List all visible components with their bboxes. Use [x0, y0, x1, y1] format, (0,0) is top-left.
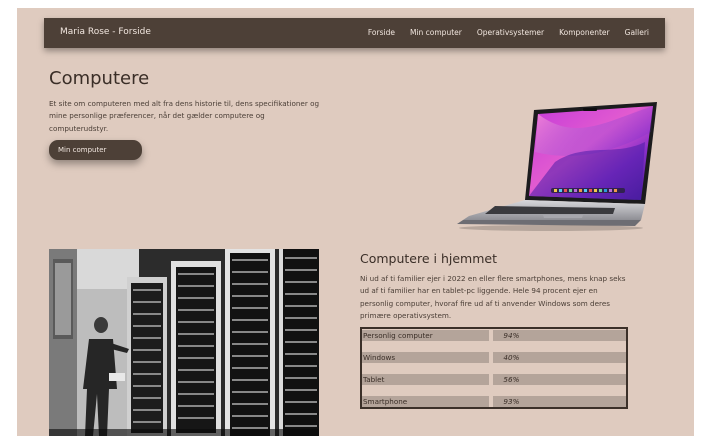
home-section-text: Ni ud af ti familier ejer i 2022 en elle…: [360, 274, 626, 320]
row-value: 40%: [503, 353, 520, 362]
nav-link-min-computer[interactable]: Min computer: [410, 28, 462, 37]
nav-link-komponenter[interactable]: Komponenter: [559, 28, 610, 37]
table-row: Windows 40%: [362, 352, 626, 363]
page: Maria Rose - Forside Forside Min compute…: [17, 8, 694, 436]
table-row: Tablet 56%: [362, 374, 626, 385]
stats-table: Personlig computer 94% Windows 40% Table…: [360, 327, 628, 409]
nav-link-operativsystemer[interactable]: Operativsystemer: [477, 28, 544, 37]
row-value: 56%: [503, 375, 520, 384]
brand-link[interactable]: Maria Rose - Forside: [60, 27, 151, 37]
row-value: 94%: [503, 331, 520, 340]
hero-description: Et site om computeren med alt fra dens h…: [49, 99, 320, 133]
row-label: Windows: [363, 353, 396, 362]
hero-title: Computere: [49, 68, 150, 89]
row-label: Personlig computer: [363, 331, 433, 340]
nav-links: Forside Min computer Operativsystemer Ko…: [368, 28, 649, 37]
min-computer-button[interactable]: Min computer: [49, 140, 142, 160]
navbar: Maria Rose - Forside Forside Min compute…: [44, 18, 665, 48]
row-value: 93%: [503, 397, 520, 406]
laptop-image: [457, 102, 657, 231]
table-row: Smartphone 93%: [362, 396, 626, 407]
home-section-title: Computere i hjemmet: [360, 251, 498, 266]
server-room-image: [49, 249, 319, 436]
row-label: Tablet: [363, 375, 385, 384]
nav-link-forside[interactable]: Forside: [368, 28, 395, 37]
nav-link-galleri[interactable]: Galleri: [625, 28, 649, 37]
table-row: Personlig computer 94%: [362, 330, 626, 341]
row-label: Smartphone: [363, 397, 408, 406]
